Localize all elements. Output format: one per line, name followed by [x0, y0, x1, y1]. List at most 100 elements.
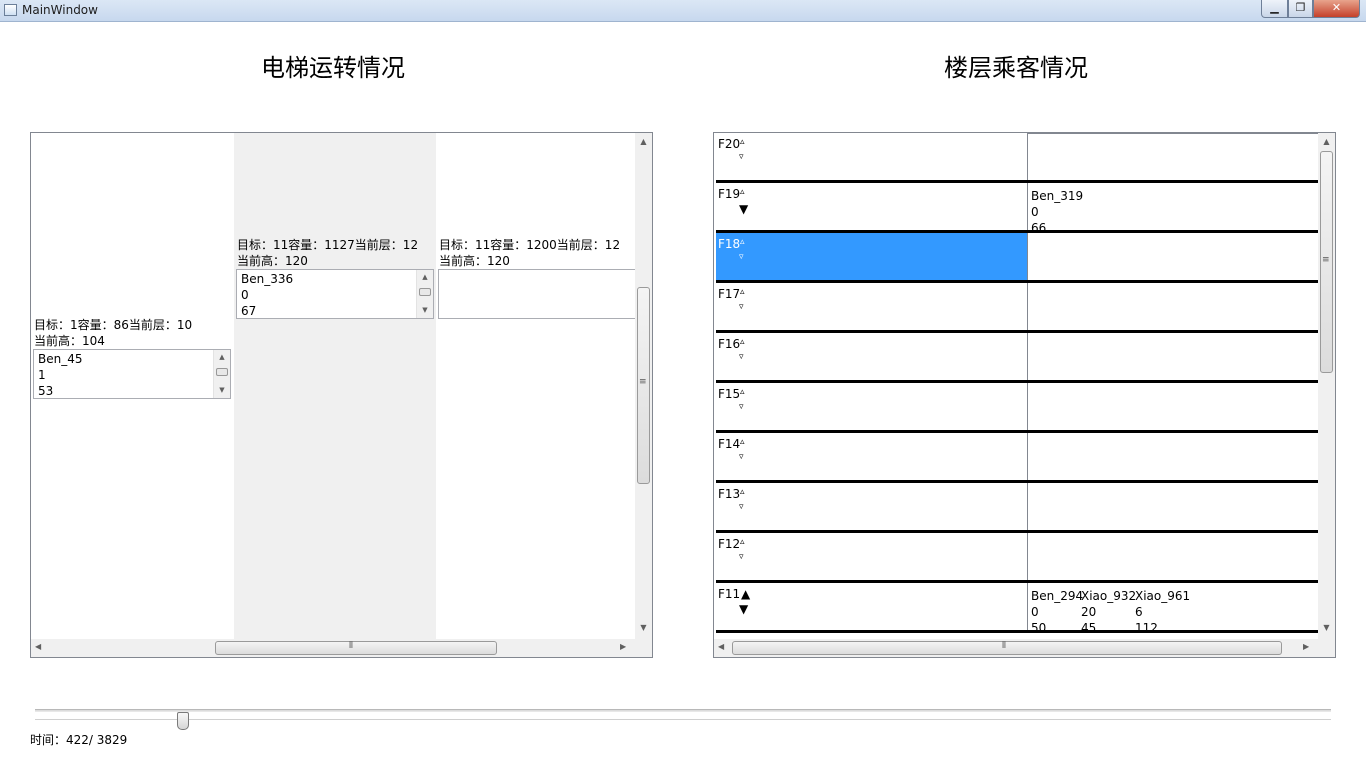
floor-cell[interactable]: F19 ▵ ▼ [716, 183, 1027, 230]
down-arrow-icon: ▿ [739, 252, 744, 262]
floor-cell[interactable]: F17 ▵ ▿ [716, 283, 1027, 330]
passenger-dest: 0 [1031, 205, 1039, 219]
time-slider-thumb[interactable] [176, 712, 189, 730]
scroll-thumb[interactable] [419, 288, 431, 296]
scroll-thumb[interactable] [215, 641, 497, 655]
time-slider-track[interactable] [35, 709, 1331, 712]
floor-label: F19 [718, 187, 741, 201]
floor-horizontal-scrollbar[interactable]: ◀ ⦀ ▶ [714, 639, 1335, 657]
elevator-passenger-list[interactable]: Ben_45 1 53 ▲ ▼ [33, 349, 231, 399]
scroll-down-icon[interactable]: ▼ [1318, 623, 1335, 632]
elevator-info: 目标：11容量：1200当前层：12 当前高：120 [439, 237, 620, 269]
app-icon [4, 4, 17, 16]
up-arrow-icon: ▵ [740, 137, 745, 147]
elevator-horizontal-scrollbar[interactable]: ◀ ⦀ ▶ [31, 639, 652, 657]
up-arrow-icon: ▵ [740, 237, 745, 247]
scroll-left-icon[interactable]: ◀ [35, 642, 41, 651]
window-titlebar: MainWindow ▁ ❐ ✕ [0, 0, 1366, 22]
floor-row[interactable]: F11 ▲ ▼ Ben_294 0 50 Xiao_932 20 45 Xiao… [716, 583, 1318, 633]
elevator-vertical-scrollbar[interactable]: ▲ ≡ ▼ [635, 133, 652, 639]
up-arrow-icon: ▵ [740, 437, 745, 447]
scroll-up-icon[interactable]: ▲ [417, 272, 433, 282]
down-arrow-icon: ▿ [739, 552, 744, 562]
time-slider-baseline [35, 719, 1331, 720]
passenger-name: Xiao_961 [1135, 589, 1191, 603]
elevator-panel: 目标：1容量：86当前层：10 当前高：104 Ben_45 1 53 ▲ ▼ 目标… [30, 132, 653, 658]
passenger-name: Ben_319 [1031, 189, 1084, 203]
elevator-height: 当前高：120 [439, 254, 510, 268]
floor-cell[interactable]: F16 ▵ ▿ [716, 333, 1027, 380]
up-arrow-icon: ▵ [740, 287, 745, 297]
scroll-down-icon[interactable]: ▼ [635, 623, 652, 632]
passenger-entry: Ben_336 0 67 [241, 271, 293, 318]
floor-passenger: Xiao_961 6 112 [1135, 588, 1190, 630]
floor-panel: F20 ▵ ▿ F19 ▵ ▼ Ben_319 0 66 F18 ▵ ▿ F17… [713, 132, 1336, 658]
floor-row[interactable]: F20 ▵ ▿ [716, 133, 1318, 183]
floor-passenger-area [1027, 233, 1318, 280]
floors-heading: 楼层乘客情况 [944, 54, 1088, 82]
floor-row[interactable]: F12 ▵ ▿ [716, 533, 1318, 583]
scroll-down-icon[interactable]: ▼ [214, 385, 230, 395]
floor-label: F16 [718, 337, 741, 351]
floor-cell[interactable]: F11 ▲ ▼ [716, 583, 1027, 630]
passenger-field: 53 [38, 384, 54, 398]
floor-passenger-area: Ben_319 0 66 [1027, 183, 1318, 230]
floor-passenger-area [1027, 133, 1318, 180]
floor-cell[interactable]: F15 ▵ ▿ [716, 383, 1027, 430]
scroll-down-icon[interactable]: ▼ [417, 305, 433, 315]
elevator-passenger-list[interactable] [438, 269, 636, 319]
down-arrow-icon: ▿ [739, 502, 744, 512]
floor-label: F14 [718, 437, 741, 451]
passenger-list-scrollbar[interactable]: ▲ ▼ [416, 270, 433, 318]
floor-row[interactable]: F15 ▵ ▿ [716, 383, 1318, 433]
scroll-up-icon[interactable]: ▲ [214, 352, 230, 362]
floor-row[interactable]: F13 ▵ ▿ [716, 483, 1318, 533]
passenger-dest: 20 [1081, 605, 1097, 619]
elevator-status: 目标：11容量：1127当前层：12 [237, 238, 419, 252]
elevator-height: 当前高：120 [237, 254, 308, 268]
floor-passenger: Ben_319 0 66 [1031, 188, 1083, 230]
floor-cell[interactable]: F18 ▵ ▿ [716, 233, 1027, 280]
scroll-up-icon[interactable]: ▲ [635, 137, 652, 146]
floor-row[interactable]: F17 ▵ ▿ [716, 283, 1318, 333]
floor-label: F17 [718, 287, 741, 301]
scroll-thumb[interactable] [216, 368, 228, 376]
up-arrow-icon: ▵ [740, 537, 745, 547]
passenger-dest: 0 [1031, 605, 1039, 619]
maximize-button[interactable]: ❐ [1288, 0, 1313, 18]
scroll-thumb[interactable] [732, 641, 1282, 655]
passenger-weight: 112 [1135, 621, 1158, 630]
floor-cell[interactable]: F13 ▵ ▿ [716, 483, 1027, 530]
up-arrow-active-icon: ▲ [741, 587, 751, 601]
passenger-weight: 66 [1031, 221, 1047, 230]
floor-cell[interactable]: F14 ▵ ▿ [716, 433, 1027, 480]
close-button[interactable]: ✕ [1313, 0, 1360, 18]
floor-row[interactable]: F16 ▵ ▿ [716, 333, 1318, 383]
scroll-right-icon[interactable]: ▶ [1303, 642, 1309, 651]
scroll-right-icon[interactable]: ▶ [620, 642, 626, 651]
up-arrow-icon: ▵ [740, 187, 745, 197]
up-arrow-icon: ▵ [740, 337, 745, 347]
passenger-list-scrollbar[interactable]: ▲ ▼ [213, 350, 230, 398]
grip-icon: ⦀ [1002, 641, 1006, 651]
elevator-passenger-list[interactable]: Ben_336 0 67 ▲ ▼ [236, 269, 434, 319]
floor-row[interactable]: F14 ▵ ▿ [716, 433, 1318, 483]
passenger-name: Xiao_932 [1081, 589, 1137, 603]
passenger-field: 0 [241, 288, 249, 302]
floor-row[interactable]: F19 ▵ ▼ Ben_319 0 66 [716, 183, 1318, 233]
scroll-up-icon[interactable]: ▲ [1318, 137, 1335, 146]
grip-icon: ≡ [639, 377, 647, 387]
floor-vertical-scrollbar[interactable]: ▲ ≡ ▼ [1318, 133, 1335, 639]
floor-row[interactable]: F18 ▵ ▿ [716, 233, 1318, 283]
floor-label: F12 [718, 537, 741, 551]
passenger-name: Ben_294 [1031, 589, 1084, 603]
up-arrow-icon: ▵ [740, 487, 745, 497]
floor-passenger-area [1027, 533, 1318, 580]
minimize-button[interactable]: ▁ [1261, 0, 1288, 18]
scroll-left-icon[interactable]: ◀ [718, 642, 724, 651]
passenger-entry: Ben_45 1 53 [38, 351, 83, 398]
elevator-column: 目标：11容量：1200当前层：12 当前高：120 [436, 133, 638, 639]
floor-cell[interactable]: F20 ▵ ▿ [716, 133, 1027, 180]
passenger-field: 67 [241, 304, 257, 318]
floor-cell[interactable]: F12 ▵ ▿ [716, 533, 1027, 580]
